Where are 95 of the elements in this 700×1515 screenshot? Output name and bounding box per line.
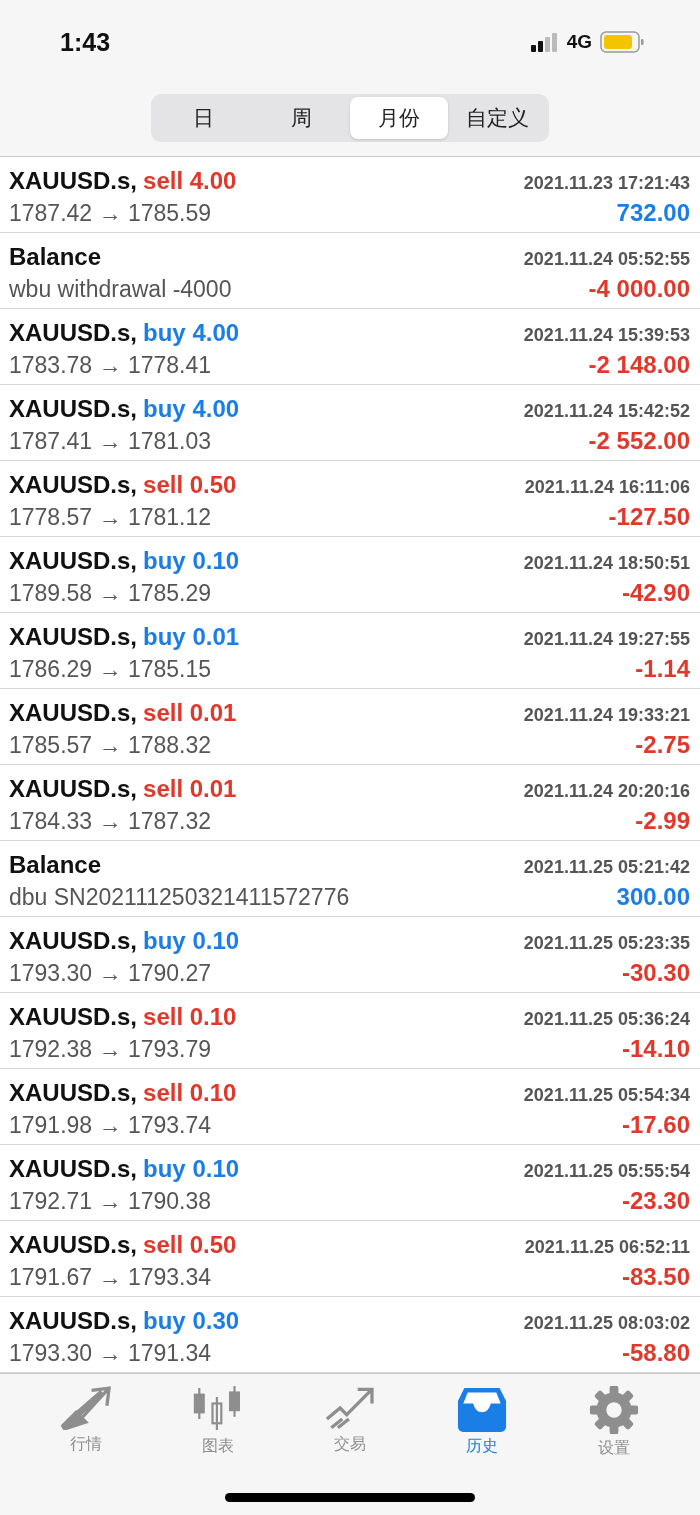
profit-label: 300.00 (616, 882, 690, 911)
nav-tab[interactable]: 交易 (305, 1384, 395, 1459)
profit-label: -14.10 (621, 1034, 690, 1063)
symbol-label: XAUUSD.s, (9, 546, 138, 574)
price-label: 1784.33 → 1787.32 (9, 807, 212, 835)
time-label: 2021.11.24 19:33:21 (523, 704, 690, 726)
price-label: 1783.78 → 1778.41 (9, 351, 212, 379)
time-label: 2021.11.24 05:52:55 (523, 248, 690, 270)
order-label: sell 0.10 (143, 1002, 237, 1030)
period-tab[interactable]: 月份 (350, 97, 448, 139)
balance-title: Balance (9, 850, 102, 878)
symbol-label: XAUUSD.s, (9, 1230, 138, 1258)
price-label: 1791.98 → 1793.74 (9, 1111, 212, 1139)
order-label: buy 4.00 (143, 394, 240, 422)
order-label: buy 0.10 (143, 546, 240, 574)
battery-icon (600, 31, 644, 53)
price-label: 1785.57 → 1788.32 (9, 731, 212, 759)
order-label: sell 0.01 (143, 698, 237, 726)
symbol-label: XAUUSD.s, (9, 318, 138, 346)
nav-tab[interactable]: 行情 (41, 1384, 131, 1459)
profit-label: -1.14 (635, 654, 690, 683)
inbox-icon (457, 1385, 507, 1433)
order-label: buy 0.30 (143, 1306, 240, 1334)
price-label: 1778.57 → 1781.12 (9, 503, 212, 531)
price-label: 1792.71 → 1790.38 (9, 1187, 212, 1215)
price-label: 1793.30 → 1791.34 (9, 1339, 212, 1367)
profit-label: -2 552.00 (588, 426, 690, 455)
time-label: 2021.11.24 18:50:51 (523, 552, 690, 574)
order-label: buy 0.10 (143, 1154, 240, 1182)
profit-label: -4 000.00 (588, 274, 690, 303)
time-label: 2021.11.25 05:36:24 (523, 1008, 690, 1030)
time-label: 2021.11.25 05:23:35 (523, 932, 690, 954)
price-label: 1791.67 → 1793.34 (9, 1263, 212, 1291)
price-label: 1787.42 → 1785.59 (9, 199, 212, 227)
time-label: 2021.11.25 05:55:54 (523, 1160, 690, 1182)
order-label: buy 4.00 (143, 318, 240, 346)
nav-tab[interactable]: 图表 (173, 1384, 263, 1459)
symbol-label: XAUUSD.s, (9, 1306, 138, 1334)
order-label: buy 0.01 (143, 622, 240, 650)
settings-icon (589, 1385, 639, 1435)
network-label: 4G (566, 31, 592, 53)
profit-label: -83.50 (621, 1262, 690, 1291)
time-label: 2021.11.24 15:39:53 (523, 324, 690, 346)
profit-label: -2.75 (635, 730, 690, 759)
symbol-label: XAUUSD.s, (9, 1002, 138, 1030)
comment-label: dbu SN202111250321411572776 (9, 883, 350, 911)
double-arrow-icon (60, 1386, 112, 1430)
profit-label: -30.30 (621, 958, 690, 987)
time-label: 2021.11.24 19:27:55 (523, 628, 690, 650)
nav-tab[interactable]: 设置 (569, 1384, 659, 1459)
symbol-label: XAUUSD.s, (9, 698, 138, 726)
nav-tab[interactable]: 历史 (437, 1384, 527, 1459)
time-label: 2021.11.24 15:42:52 (523, 400, 690, 422)
time-label: 2021.11.23 17:21:43 (523, 172, 690, 194)
price-label: 1786.29 → 1785.15 (9, 655, 212, 683)
order-label: sell 0.01 (143, 774, 237, 802)
profit-label: -127.50 (608, 502, 690, 531)
symbol-label: XAUUSD.s, (9, 166, 138, 194)
period-tab[interactable]: 周 (252, 97, 350, 139)
time-label: 2021.11.25 05:54:34 (523, 1084, 690, 1106)
time-label: 2021.11.25 06:52:11 (524, 1236, 690, 1258)
period-tab[interactable]: 日 (154, 97, 252, 139)
price-label: 1793.30 → 1790.27 (9, 959, 212, 987)
price-label: 1789.58 → 1785.29 (9, 579, 212, 607)
signal-icon (530, 32, 559, 52)
symbol-label: XAUUSD.s, (9, 1078, 138, 1106)
symbol-label: XAUUSD.s, (9, 774, 138, 802)
profit-label: -58.80 (621, 1338, 690, 1367)
symbol-label: XAUUSD.s, (9, 394, 138, 422)
order-label: buy 0.10 (143, 926, 240, 954)
status-time: 1:43 (60, 27, 111, 57)
time-label: 2021.11.24 16:11:06 (524, 476, 690, 498)
price-label: 1792.38 → 1793.79 (9, 1035, 212, 1063)
profit-label: -2.99 (635, 806, 690, 835)
time-label: 2021.11.25 05:21:42 (523, 856, 690, 878)
period-tab[interactable]: 自定义 (448, 97, 546, 139)
order-label: sell 4.00 (143, 166, 237, 194)
balance-title: Balance (9, 242, 102, 270)
profit-label: -2 148.00 (588, 350, 690, 379)
order-label: sell 0.10 (143, 1078, 237, 1106)
trend-arrow-icon (324, 1386, 376, 1430)
symbol-label: XAUUSD.s, (9, 926, 138, 954)
symbol-label: XAUUSD.s, (9, 622, 138, 650)
order-label: sell 0.50 (143, 470, 237, 498)
profit-label: -42.90 (621, 578, 690, 607)
profit-label: -23.30 (621, 1186, 690, 1215)
profit-label: 732.00 (616, 198, 690, 227)
symbol-label: XAUUSD.s, (9, 1154, 138, 1182)
time-label: 2021.11.25 08:03:02 (523, 1312, 690, 1334)
order-label: sell 0.50 (143, 1230, 237, 1258)
symbol-label: XAUUSD.s, (9, 470, 138, 498)
comment-label: wbu withdrawal -4000 (9, 275, 232, 303)
price-label: 1787.41 → 1781.03 (9, 427, 212, 455)
time-label: 2021.11.24 20:20:16 (523, 780, 690, 802)
profit-label: -17.60 (621, 1110, 690, 1139)
